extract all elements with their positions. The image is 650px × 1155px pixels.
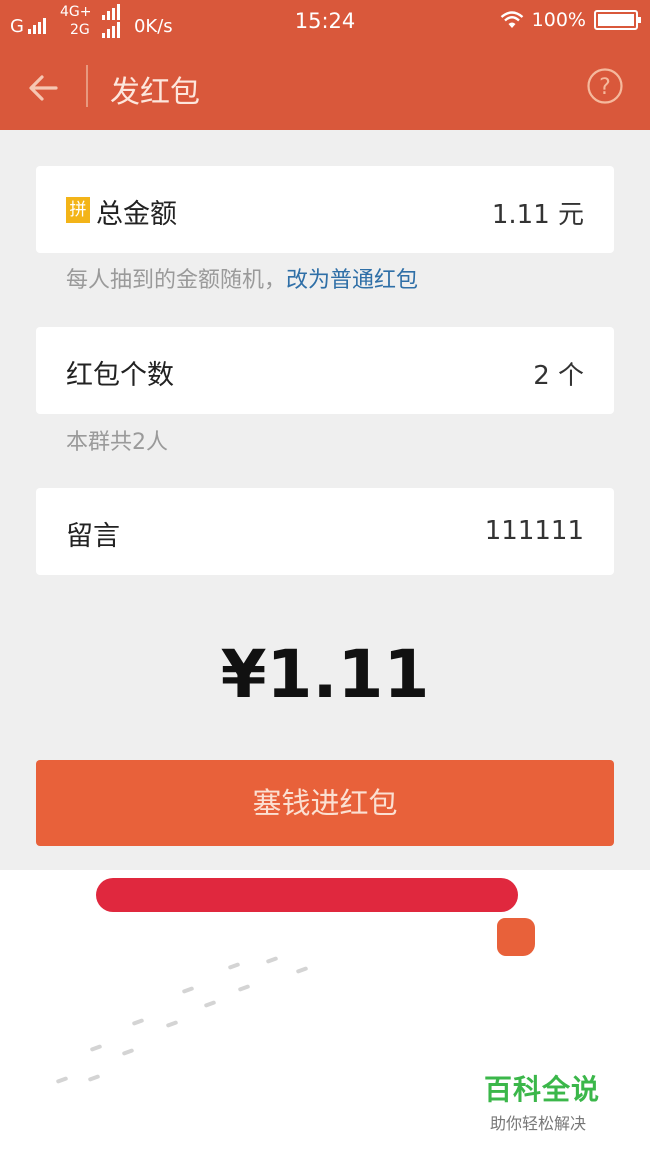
arrow-left-icon[interactable] — [26, 70, 62, 106]
packet-count-field[interactable]: 红包个数 2 个 — [36, 327, 614, 414]
watermark: 百科全说 助你轻松解决 — [484, 1068, 600, 1134]
battery-icon — [594, 10, 641, 30]
question-circle-icon[interactable]: ? — [586, 67, 624, 105]
nav-bar: 发红包 ? — [0, 45, 650, 130]
nav-divider — [86, 65, 88, 107]
message-value[interactable]: 111111 — [485, 516, 584, 546]
status-bar: G 4G+ 2G 0K/s 15:24 100% — [0, 0, 650, 45]
total-amount-value[interactable]: 1.11 元 — [492, 194, 584, 231]
switch-normal-link[interactable]: 改为普通红包 — [286, 268, 418, 293]
redaction-mark — [96, 878, 518, 912]
floating-dot — [497, 918, 535, 956]
submit-button[interactable]: 塞钱进红包 — [36, 760, 614, 846]
total-amount-label: 总金额 — [96, 199, 177, 230]
message-label: 留言 — [66, 521, 120, 552]
random-hint: 每人抽到的金额随机，改为普通红包 — [66, 262, 418, 294]
total-amount-field[interactable]: 拼 总金额 1.11 元 — [36, 166, 614, 253]
packet-count-label: 红包个数 — [66, 360, 174, 391]
watermark-title: 百科全说 — [484, 1073, 601, 1106]
svg-text:?: ? — [599, 75, 611, 100]
pin-badge-icon: 拼 — [66, 197, 90, 223]
message-field[interactable]: 留言 111111 — [36, 488, 614, 575]
wifi-icon — [500, 11, 523, 28]
battery-percent: 100% — [531, 9, 586, 31]
random-hint-text: 每人抽到的金额随机， — [66, 268, 287, 293]
amount-display: ¥1.11 — [220, 636, 430, 713]
status-right: 100% — [500, 9, 641, 31]
page-title: 发红包 — [110, 75, 200, 110]
group-size-hint: 本群共2人 — [66, 430, 168, 455]
packet-count-value[interactable]: 2 个 — [533, 355, 584, 392]
watermark-subtitle: 助你轻松解决 — [490, 1114, 587, 1133]
